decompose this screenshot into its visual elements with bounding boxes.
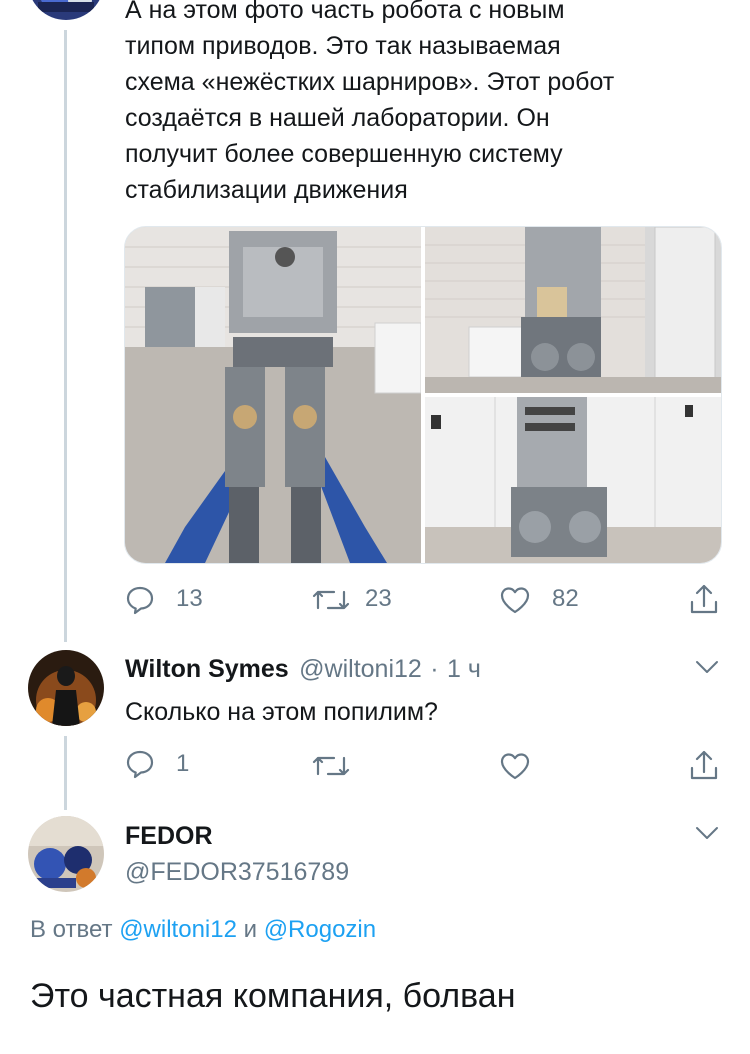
reply2-reply-context: В ответ @wiltoni12 и @Rogozin [30,916,376,944]
retweet-icon[interactable] [312,584,350,616]
reply-context-prefix: В ответ [30,916,113,943]
like-icon[interactable] [498,750,532,782]
share-icon[interactable] [688,582,720,616]
avatar-image [28,650,104,726]
avatar-fedor[interactable] [28,816,104,892]
reply1-name[interactable]: Wilton Symes [125,655,289,683]
tweet-media-grid[interactable] [124,226,722,564]
photo-robot-front[interactable] [125,227,421,563]
tweet-text: А на этом фото часть робота с новым типо… [125,0,615,204]
retweet-count: 23 [365,585,392,612]
reply1-header: Wilton Symes @wiltoni12 · 1 ч [125,655,481,684]
avatar-wilton[interactable] [28,650,104,726]
reply1-separator: · [430,655,439,683]
like-icon[interactable] [498,584,532,616]
chevron-down-icon[interactable] [694,658,720,676]
retweet-icon[interactable] [312,750,350,782]
reply-count: 13 [176,585,203,612]
avatar-image [28,0,104,20]
like-count: 82 [552,585,579,612]
reply2-handle[interactable]: @FEDOR37516789 [125,858,349,887]
reply1-handle[interactable]: @wiltoni12 [299,655,422,683]
share-icon[interactable] [688,748,720,782]
reply-icon[interactable] [124,584,156,616]
reply2-name[interactable]: FEDOR [125,822,213,851]
thread-line-top [64,30,67,642]
reply-icon[interactable] [124,748,156,780]
reply1-text: Сколько на этом попилим? [125,698,438,726]
reply-context-and: и [243,916,258,943]
avatar-top[interactable] [28,0,104,20]
photo-robot-legs[interactable] [425,397,721,563]
reply1-time[interactable]: 1 ч [447,655,481,683]
avatar-image [28,816,104,892]
reply1-reply-count: 1 [176,750,190,777]
chevron-down-icon[interactable] [694,824,720,842]
reply-context-user-2[interactable]: @Rogozin [264,916,376,943]
thread-line-reply1 [64,736,67,810]
photo-robot-side[interactable] [425,227,721,393]
reply2-text: Это частная компания, болван [30,977,516,1015]
reply-context-user-1[interactable]: @wiltoni12 [119,916,237,943]
